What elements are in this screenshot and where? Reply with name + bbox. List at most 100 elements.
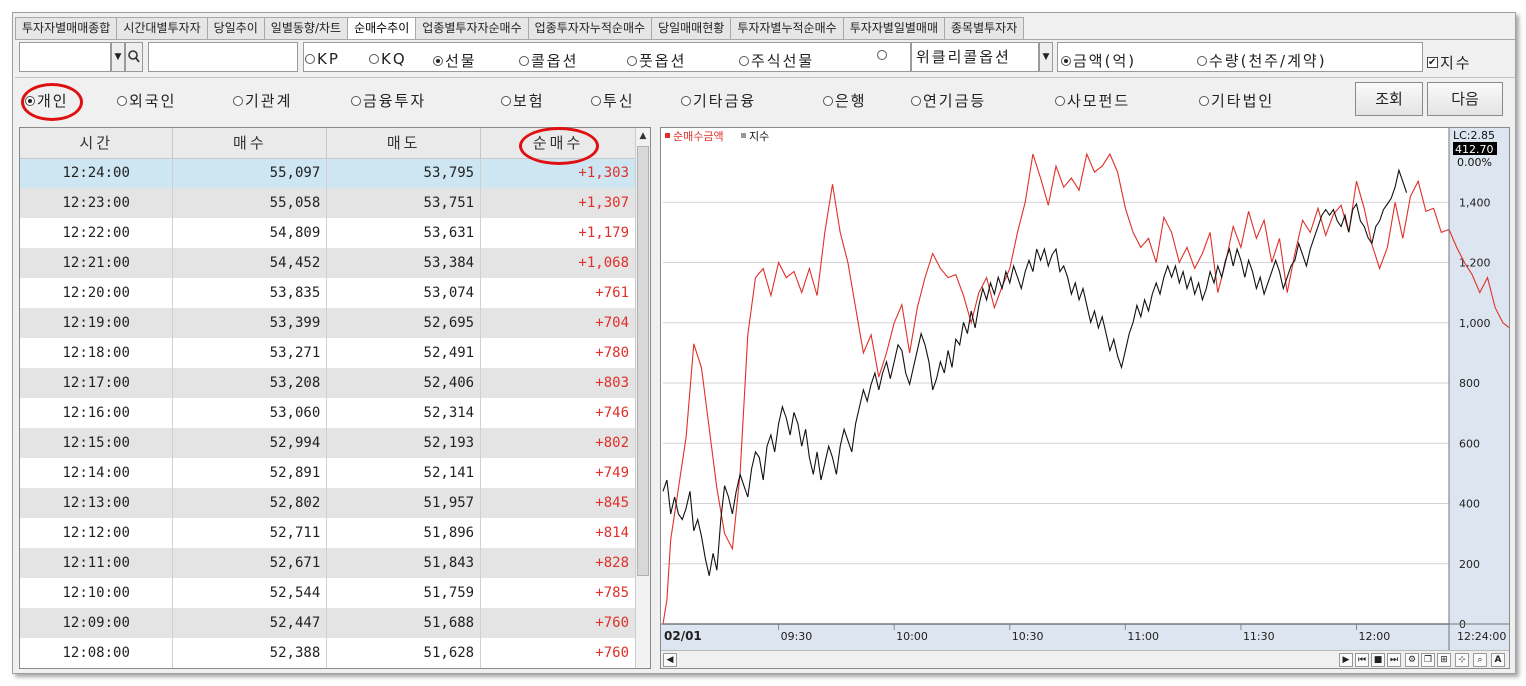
table-row[interactable]: 12:08:00 52,388 51,628 +760: [20, 638, 636, 668]
column-header-2[interactable]: 매도: [326, 128, 482, 159]
code-dropdown-button[interactable]: ▼: [111, 42, 125, 72]
crosshair-icon[interactable]: ⊹: [1455, 653, 1469, 667]
copy-icon[interactable]: ❐: [1421, 653, 1435, 667]
tab-7[interactable]: 당일매매현황: [651, 17, 732, 39]
table-cell: 53,399: [172, 308, 328, 338]
tab-5[interactable]: 업종별투자자순매수: [415, 17, 529, 39]
table-row[interactable]: 12:12:00 52,711 51,896 +814: [20, 518, 636, 548]
market-radio-0[interactable]: KP: [305, 50, 340, 68]
table-row[interactable]: 12:11:00 52,671 51,843 +828: [20, 548, 636, 578]
code-input[interactable]: [19, 42, 111, 72]
chart-type-icon[interactable]: ⊞: [1437, 653, 1451, 667]
y-tick-label: 800: [1459, 377, 1480, 390]
table-cell: +785: [480, 578, 636, 608]
index-checkbox[interactable]: ✔ 지수: [1427, 52, 1472, 73]
stop-icon[interactable]: ■: [1371, 653, 1385, 667]
table-cell: 52,711: [172, 518, 328, 548]
investor-radio-1[interactable]: 외국인: [117, 90, 176, 111]
tab-6[interactable]: 업종투자자누적순매수: [527, 17, 653, 39]
chevron-left-icon[interactable]: ◀: [663, 653, 677, 667]
market-radio-label: 선물: [445, 52, 477, 70]
tab-3[interactable]: 일별동향/차트: [263, 17, 349, 39]
skip-back-icon[interactable]: ⏮: [1355, 653, 1369, 667]
gear-icon[interactable]: ⚙: [1405, 653, 1419, 667]
table-row[interactable]: 12:13:00 52,802 51,957 +845: [20, 488, 636, 518]
investor-radio-4[interactable]: 보험: [501, 90, 545, 111]
table-row[interactable]: 12:10:00 52,544 51,759 +785: [20, 578, 636, 608]
table-cell: +761: [480, 278, 636, 308]
tab-1[interactable]: 시간대별투자자: [116, 17, 208, 39]
table-cell: +814: [480, 518, 636, 548]
investor-radio-10[interactable]: 기타법인: [1199, 90, 1274, 111]
scroll-thumb[interactable]: [637, 146, 649, 576]
current-pct-text: 0.00%: [1457, 156, 1492, 169]
table-row[interactable]: 12:09:00 52,447 51,688 +760: [20, 608, 636, 638]
tab-9[interactable]: 투자자별일별매매: [842, 17, 946, 39]
market-radio-2[interactable]: 선물: [433, 50, 477, 71]
tab-10[interactable]: 종목별투자자: [944, 17, 1025, 39]
tab-2[interactable]: 당일추이: [206, 17, 265, 39]
table-cell: +803: [480, 368, 636, 398]
table-row[interactable]: 12:19:00 53,399 52,695 +704: [20, 308, 636, 338]
font-icon[interactable]: A: [1491, 653, 1505, 667]
table-row[interactable]: 12:20:00 53,835 53,074 +761: [20, 278, 636, 308]
table-row[interactable]: 12:14:00 52,891 52,141 +749: [20, 458, 636, 488]
market-radio-label: 풋옵션: [639, 52, 687, 70]
table-row[interactable]: 12:24:00 55,097 53,795 +1,303: [20, 158, 636, 188]
check-icon: ✔: [1427, 57, 1439, 68]
query-button[interactable]: 조회: [1355, 82, 1423, 116]
investor-radio-6[interactable]: 기타금융: [681, 90, 756, 111]
zoom-icon[interactable]: ⌕: [1473, 653, 1487, 667]
search-button[interactable]: [125, 42, 143, 72]
investor-radio-0[interactable]: 개인: [25, 90, 69, 111]
table-cell: 55,097: [172, 158, 328, 188]
market-radio-5[interactable]: 주식선물: [739, 50, 814, 71]
radio-icon: [823, 95, 833, 106]
market-radio-3[interactable]: 콜옵션: [519, 50, 578, 71]
tab-8[interactable]: 투자자별누적순매수: [730, 17, 844, 39]
column-header-0[interactable]: 시간: [20, 128, 174, 159]
current-value-text: 412.70: [1455, 143, 1494, 156]
investor-radio-7[interactable]: 은행: [823, 90, 867, 111]
investor-radio-2[interactable]: 기관계: [233, 90, 292, 111]
skip-forward-icon[interactable]: ⏭: [1387, 653, 1401, 667]
table-row[interactable]: 12:17:00 53,208 52,406 +803: [20, 368, 636, 398]
legend-label-net-buy: 순매수금액: [673, 130, 724, 143]
chart-scrollbar[interactable]: ◀ ▶ ⏮ ■ ⏭ ⚙ ❐ ⊞ ⊹ ⌕ A: [661, 650, 1509, 668]
market-radio-4[interactable]: 풋옵션: [627, 50, 686, 71]
table-cell: 52,406: [326, 368, 482, 398]
market-radio-1[interactable]: KQ: [369, 50, 407, 68]
table-row[interactable]: 12:22:00 54,809 53,631 +1,179: [20, 218, 636, 248]
weekly-dropdown-button[interactable]: ▼: [1039, 42, 1053, 72]
table-cell: 51,688: [326, 608, 482, 638]
table-header: 시간 매수 매도 순매수: [20, 128, 636, 159]
tab-0[interactable]: 투자자별매매종합: [15, 17, 118, 39]
y-tick-label: 200: [1459, 558, 1480, 571]
investor-radio-8[interactable]: 연기금등: [911, 90, 986, 111]
unit-radio-1[interactable]: 수량(천주/계약): [1197, 50, 1327, 71]
vertical-scrollbar[interactable]: ▲: [635, 128, 650, 668]
scroll-up-icon[interactable]: ▲: [636, 128, 650, 144]
table-cell: 53,208: [172, 368, 328, 398]
table-row[interactable]: 12:21:00 54,452 53,384 +1,068: [20, 248, 636, 278]
column-header-1[interactable]: 매수: [172, 128, 328, 159]
market-radio-6[interactable]: [877, 50, 889, 60]
investor-radio-5[interactable]: 투신: [591, 90, 635, 111]
investor-radio-3[interactable]: 금융투자: [351, 90, 426, 111]
column-header-3[interactable]: 순매수: [480, 128, 636, 159]
weekly-option-select[interactable]: 위클리콜옵션: [911, 42, 1039, 72]
name-input[interactable]: [148, 42, 298, 72]
table-row[interactable]: 12:23:00 55,058 53,751 +1,307: [20, 188, 636, 218]
tab-4[interactable]: 순매수추이: [347, 17, 417, 39]
radio-icon: [501, 95, 511, 106]
x-tick-label: 11:30: [1243, 630, 1275, 643]
unit-radio-0[interactable]: 금액(억): [1061, 50, 1136, 71]
chevron-right-icon[interactable]: ▶: [1339, 653, 1353, 667]
radio-icon: [433, 55, 443, 66]
table-row[interactable]: 12:18:00 53,271 52,491 +780: [20, 338, 636, 368]
table-row[interactable]: 12:15:00 52,994 52,193 +802: [20, 428, 636, 458]
table-row[interactable]: 12:16:00 53,060 52,314 +746: [20, 398, 636, 428]
chevron-down-icon: ▼: [1042, 52, 1050, 62]
next-button[interactable]: 다음: [1427, 82, 1503, 116]
investor-radio-9[interactable]: 사모펀드: [1055, 90, 1130, 111]
